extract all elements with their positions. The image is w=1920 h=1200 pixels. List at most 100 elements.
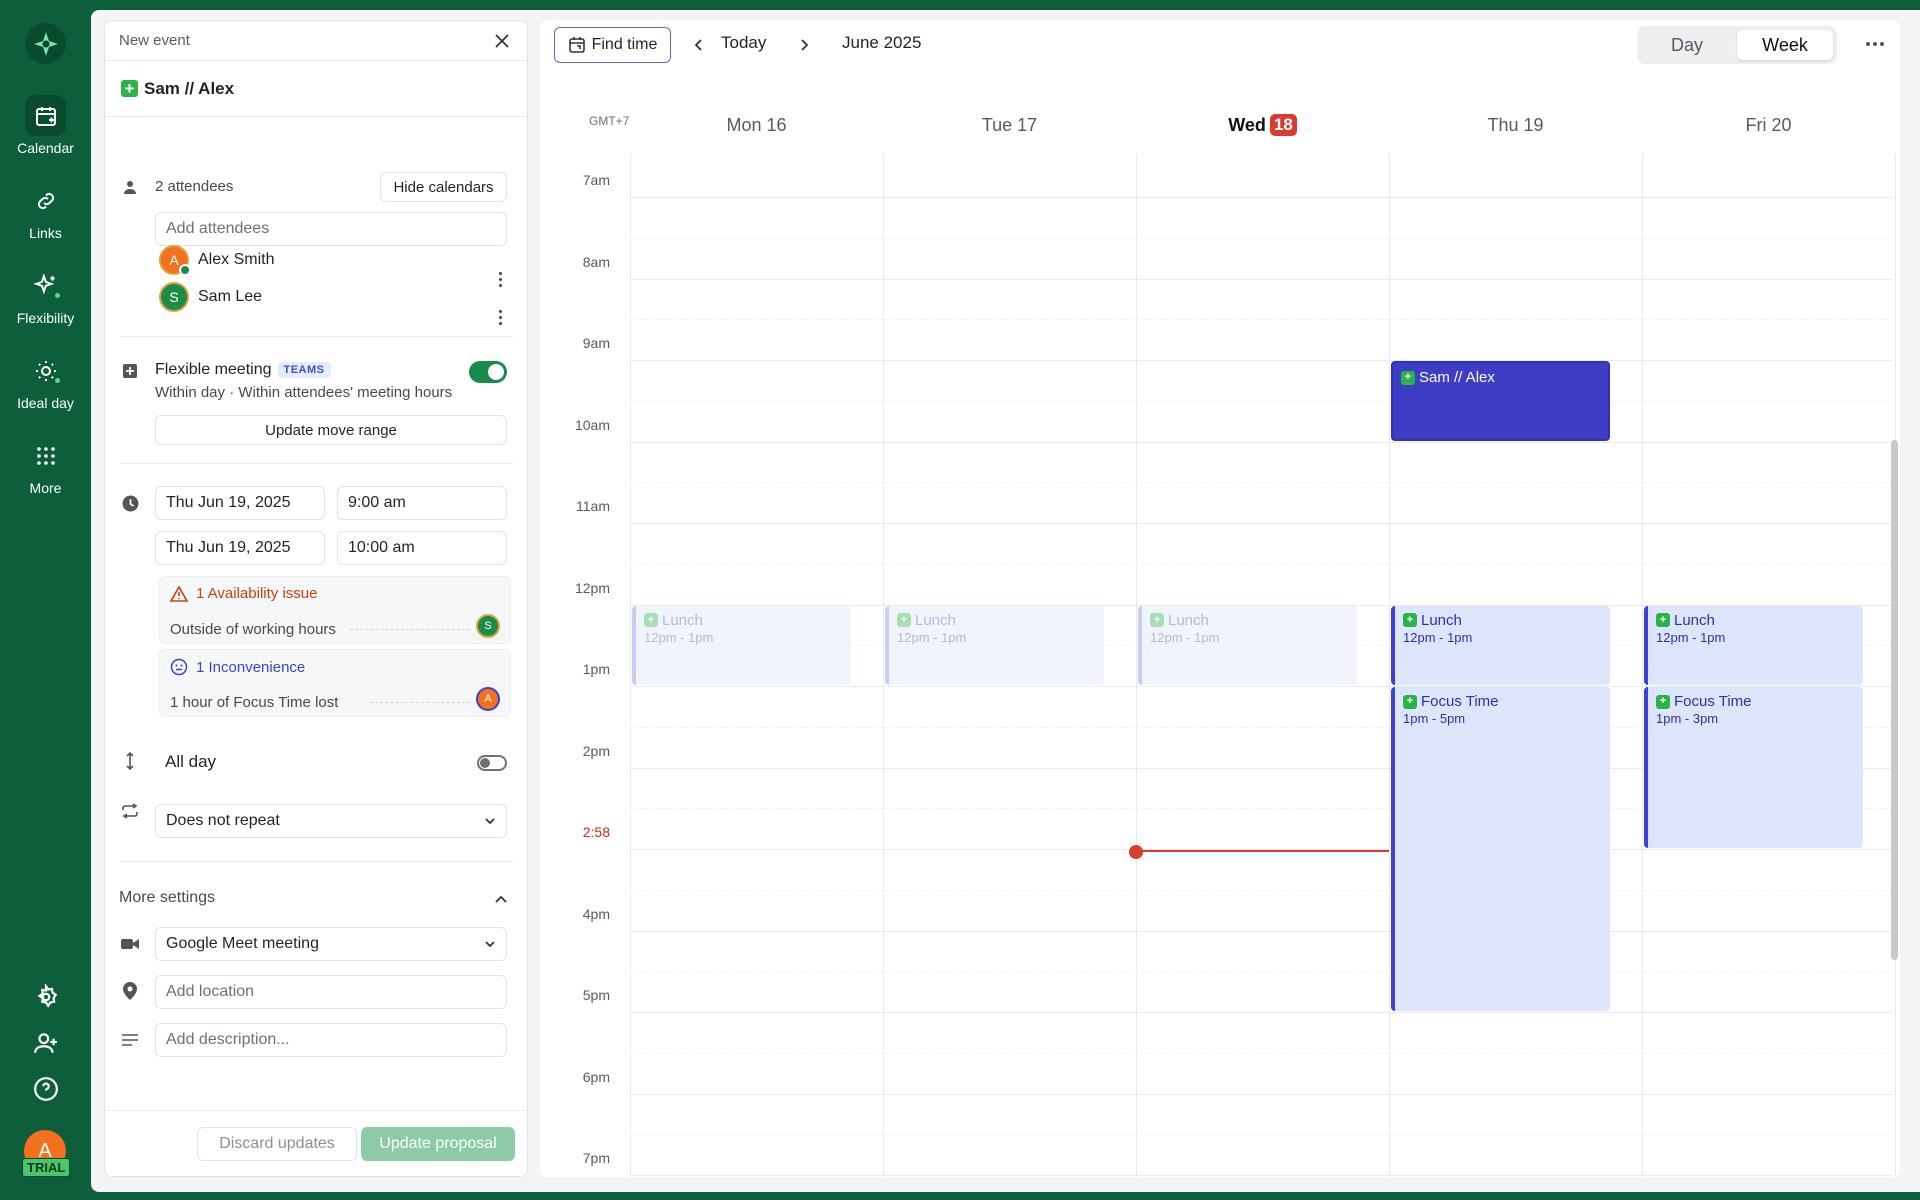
plus-badge-icon: + (121, 80, 138, 97)
attendee-name: Sam Lee (198, 288, 263, 305)
find-time-button[interactable]: Find time (554, 27, 671, 63)
conference-select[interactable]: Google Meet meeting (155, 927, 507, 961)
inconvenience-card[interactable]: 1 Inconvenience 1 hour of Focus Time los… (159, 649, 511, 717)
day-header[interactable]: Mon 16 (630, 108, 883, 142)
start-date-field[interactable]: Thu Jun 19, 2025 (155, 486, 325, 520)
today-date-badge: 18 (1269, 114, 1297, 136)
hour-label: 11am (576, 498, 610, 514)
link-icon (25, 180, 66, 221)
inconvenience-title: 1 Inconvenience (196, 658, 306, 676)
availability-issue-card[interactable]: 1 Availability issue Outside of working … (159, 576, 511, 644)
plus-badge-icon: + (1403, 613, 1417, 627)
dashed-leader (350, 629, 470, 630)
discard-updates-button[interactable]: Discard updates (197, 1127, 357, 1161)
view-switcher: Day Week (1637, 26, 1837, 64)
event-block[interactable]: + Lunch 12pm - 1pm (1391, 605, 1610, 685)
chevron-right-icon[interactable] (794, 34, 814, 56)
plus-badge-icon: + (1656, 694, 1670, 709)
calendar-icon (568, 37, 585, 53)
find-time-label: Find time (591, 36, 658, 53)
event-block[interactable]: + Focus Time 1pm - 5pm (1391, 687, 1610, 1011)
sidebar-item-flexibility[interactable]: Flexibility (0, 265, 91, 326)
end-time-field[interactable]: 10:00 am (337, 531, 507, 565)
plus-badge-icon: + (644, 613, 658, 627)
half-hour-line (630, 889, 1893, 891)
add-user-icon[interactable] (0, 1030, 91, 1056)
day-header[interactable]: Thu 19 (1389, 108, 1642, 142)
close-icon[interactable] (491, 30, 513, 52)
description-icon (121, 1031, 139, 1049)
plus-badge-icon: + (1656, 613, 1670, 627)
inconvenience-header: 1 Inconvenience (170, 658, 305, 676)
update-move-range-button[interactable]: Update move range (155, 415, 507, 445)
app-logo[interactable] (25, 23, 66, 64)
more-settings-label[interactable]: More settings (119, 889, 215, 907)
time-grid[interactable]: 7am 8am 9am 10am 11am 12pm 1pm 2pm 2:58 4pm 5pm 6pm… (540, 154, 1896, 1177)
chevron-left-icon[interactable] (689, 34, 709, 56)
day-header-today[interactable]: Wed 18 (1136, 108, 1389, 142)
attendee-menu-icon[interactable] (493, 269, 507, 289)
hour-label: 7pm (582, 1150, 610, 1166)
location-input[interactable]: Add location (155, 975, 507, 1009)
add-attendees-input[interactable]: Add attendees (155, 212, 507, 246)
sun-icon (25, 350, 66, 391)
sidebar-item-label: Ideal day (17, 395, 74, 411)
event-time: 12pm - 1pm (1656, 629, 1726, 645)
event-block[interactable]: + Lunch 12pm - 1pm (1138, 605, 1357, 685)
sidebar-item-links[interactable]: Links (0, 180, 91, 241)
sidebar-item-calendar[interactable]: Calendar (0, 95, 91, 156)
day-column-divider (630, 154, 631, 1177)
current-time-line (1136, 850, 1389, 853)
hour-line (630, 278, 1893, 280)
attendee-menu-icon[interactable] (493, 307, 507, 327)
current-time-label: 2:58 (582, 824, 610, 840)
chevron-up-icon[interactable] (494, 893, 508, 905)
sidebar-item-label: Links (29, 225, 62, 241)
update-proposal-button[interactable]: Update proposal (361, 1127, 515, 1161)
half-hour-line (630, 1134, 1893, 1136)
event-time: 12pm - 1pm (1150, 629, 1220, 645)
avatar: A (476, 687, 500, 711)
end-date-field[interactable]: Thu Jun 19, 2025 (155, 531, 325, 565)
day-header[interactable]: Tue 17 (883, 108, 1136, 142)
event-block[interactable]: + Lunch 12pm - 1pm (885, 605, 1104, 685)
half-hour-line (630, 237, 1893, 239)
calendar-icon (25, 95, 66, 136)
sidebar-item-more[interactable]: More (0, 435, 91, 496)
event-block[interactable]: + Lunch 12pm - 1pm (632, 605, 851, 685)
flexible-meeting-toggle[interactable] (469, 361, 507, 383)
plus-badge-icon: + (1403, 694, 1417, 709)
gear-icon[interactable] (0, 984, 91, 1010)
today-button[interactable]: Today (721, 33, 766, 53)
hour-line (630, 1093, 1893, 1095)
hour-label: 4pm (582, 905, 610, 922)
repeat-select[interactable]: Does not repeat (155, 804, 507, 838)
scrollbar[interactable] (1891, 440, 1898, 960)
event-title: + Lunch (644, 612, 843, 629)
more-options-icon[interactable] (1860, 32, 1890, 56)
day-header[interactable]: Fri 20 (1642, 108, 1895, 142)
hide-calendars-button[interactable]: Hide calendars (380, 172, 507, 202)
event-block[interactable]: + Focus Time 1pm - 3pm (1644, 687, 1863, 848)
teams-badge: TEAMS (277, 362, 331, 378)
flexible-icon (121, 362, 139, 380)
event-title[interactable]: Sam // Alex (144, 79, 234, 99)
start-time-field[interactable]: 9:00 am (337, 486, 507, 520)
chevron-down-icon (485, 941, 495, 948)
view-week-tab[interactable]: Week (1737, 30, 1833, 60)
event-title-row[interactable]: + Sam // Alex (105, 61, 527, 117)
hour-label: 10am (574, 416, 610, 433)
sidebar-item-ideal-day[interactable]: Ideal day (0, 350, 91, 411)
view-day-tab[interactable]: Day (1641, 30, 1733, 60)
description-input[interactable]: Add description... (155, 1023, 507, 1057)
panel-title: New event (119, 32, 190, 49)
divider (121, 336, 513, 337)
sidebar-item-label: Flexibility (16, 310, 75, 326)
availability-issue-title: 1 Availability issue (196, 585, 318, 602)
event-block[interactable]: + Lunch 12pm - 1pm (1644, 605, 1863, 685)
day-column-divider (883, 154, 884, 1177)
help-icon[interactable] (0, 1076, 91, 1102)
event-block-selected[interactable]: + Sam // Alex (1391, 361, 1610, 441)
availability-issue-detail: Outside of working hours (170, 621, 336, 638)
all-day-toggle[interactable] (477, 755, 507, 771)
